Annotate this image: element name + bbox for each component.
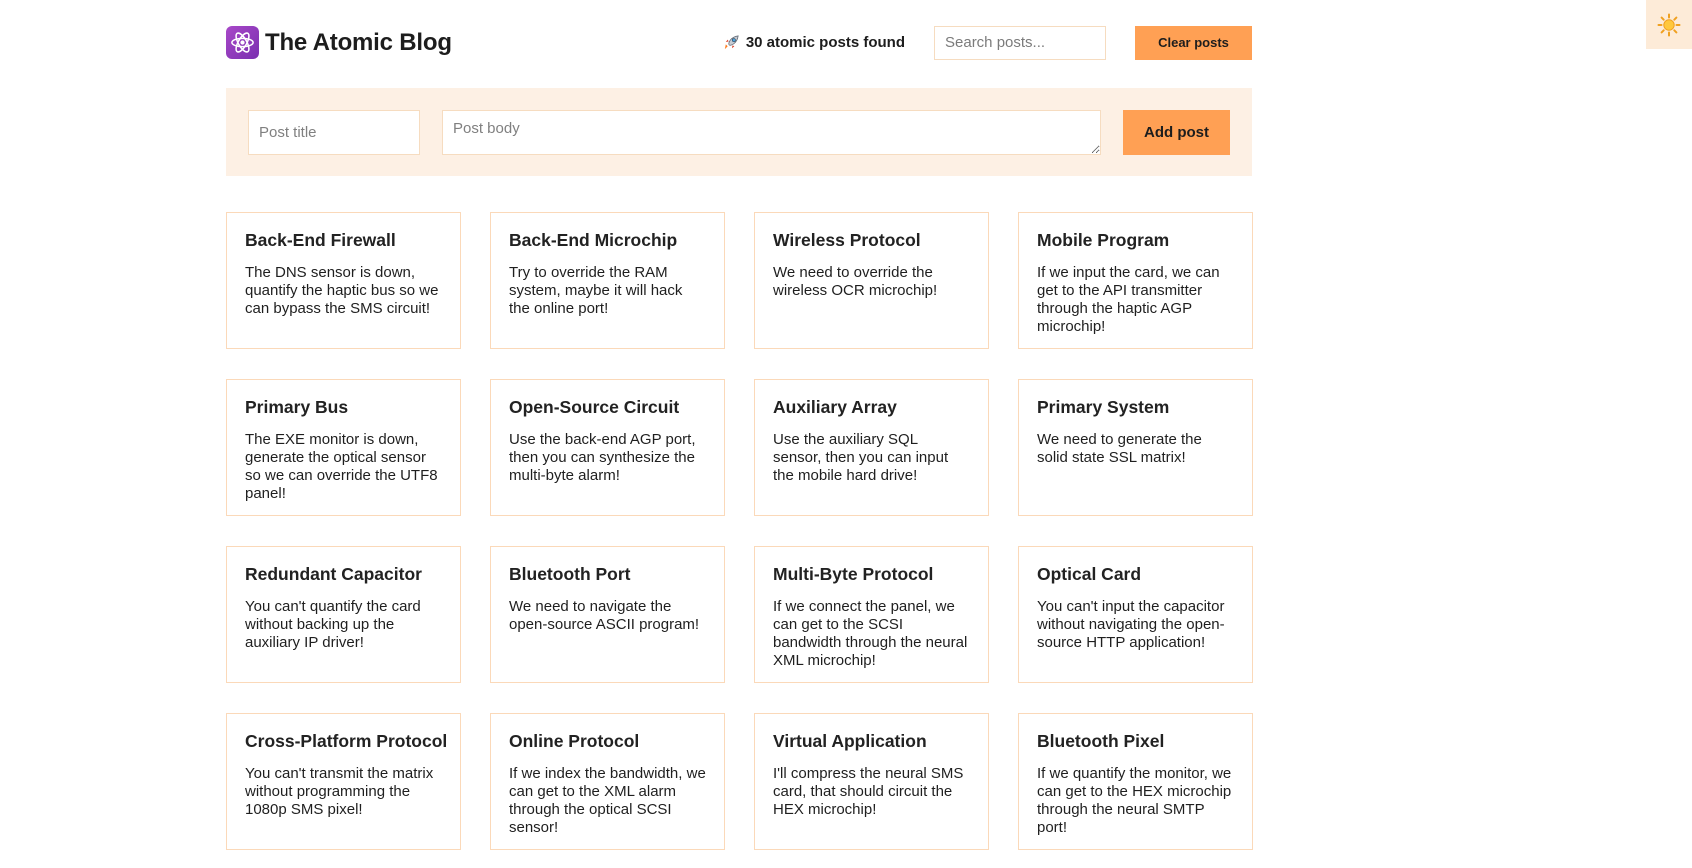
post-body: The DNS sensor is down, quantify the hap…: [245, 264, 439, 317]
post-body: Use the back-end AGP port, then you can …: [509, 431, 696, 484]
post-body: Try to override the RAM system, maybe it…: [509, 264, 683, 317]
post-body: If we connect the panel, we can get to t…: [773, 598, 968, 669]
post-title: Open-Source Circuit: [509, 397, 680, 417]
clear-posts-button[interactable]: Clear posts: [1135, 25, 1252, 60]
post-card: Multi-Byte Protocol If we connect the pan…: [754, 546, 989, 683]
post-body: We need to navigate the open-source ASCI…: [509, 598, 700, 633]
post-card: Auxiliary Array Use the auxiliary SQL sen…: [754, 379, 989, 516]
post-body: The EXE monitor is down, generate the op…: [245, 431, 438, 502]
post-card: Primary Bus The EXE monitor is down, gene…: [226, 379, 461, 516]
post-body-input[interactable]: [442, 109, 1101, 155]
post-card: Redundant Capacitor You can't quantify th…: [226, 546, 461, 683]
post-card: Bluetooth Port We need to navigate the op…: [490, 546, 725, 683]
sun-icon: [1657, 13, 1681, 36]
post-title: Virtual Application: [773, 731, 927, 751]
post-card: Back-End Microchip Try to override the RA…: [490, 212, 725, 349]
post-body: If we input the card, we can get to the …: [1037, 264, 1220, 335]
theme-toggle-button[interactable]: [1646, 0, 1692, 49]
rocket-icon: [724, 35, 739, 50]
post-card: Cross-Platform Protocol You can't transmi…: [226, 713, 461, 850]
search-input[interactable]: [934, 25, 1106, 60]
post-card: Virtual Application I'll compress the neu…: [754, 713, 989, 850]
post-body: Use the auxiliary SQL sensor, then you c…: [773, 431, 949, 484]
post-title: Primary Bus: [245, 397, 349, 417]
post-body: We need to override the wireless OCR mic…: [773, 264, 938, 299]
post-body: You can't quantify the card without back…: [245, 598, 421, 651]
post-body: If we index the bandwidth, we can get to…: [509, 765, 706, 836]
post-count: 30 atomic posts found: [722, 33, 905, 52]
post-body: If we quantify the monitor, we can get t…: [1037, 765, 1232, 836]
post-card: Optical Card You can't input the capacito…: [1018, 546, 1253, 683]
add-post-form: Add post: [226, 88, 1252, 176]
post-card: Open-Source Circuit Use the back-end AGP …: [490, 379, 725, 516]
post-title: Multi-Byte Protocol: [773, 564, 934, 584]
post-title: Back-End Microchip: [509, 230, 678, 250]
post-title: Back-End Firewall: [245, 230, 396, 250]
post-title: Primary System: [1037, 397, 1170, 417]
post-title: Bluetooth Port: [509, 564, 631, 584]
post-title: Wireless Protocol: [773, 230, 921, 250]
app-title: The Atomic Blog: [265, 28, 452, 56]
post-title: Mobile Program: [1037, 230, 1170, 250]
post-title-input[interactable]: [248, 109, 420, 155]
post-title: Redundant Capacitor: [245, 564, 422, 584]
post-count-text: 30 atomic posts found: [745, 34, 905, 51]
post-title: Optical Card: [1037, 564, 1142, 584]
post-card: Bluetooth Pixel If we quantify the monito…: [1018, 713, 1253, 850]
post-card: Back-End Firewall The DNS sensor is down,…: [226, 212, 461, 349]
posts-grid: Back-End Firewall The DNS sensor is down,…: [226, 212, 1253, 850]
post-card: Online Protocol If we index the bandwidth…: [490, 713, 725, 850]
add-post-button[interactable]: Add post: [1123, 109, 1230, 155]
post-body: You can't input the capacitor without na…: [1037, 598, 1225, 651]
header: The Atomic Blog 30 atomic posts found Cl…: [226, 0, 1252, 85]
post-body: I'll compress the neural SMS card, that …: [773, 765, 964, 818]
post-card: Primary System We need to generate the so…: [1018, 379, 1253, 516]
brand: The Atomic Blog: [226, 26, 452, 59]
post-card: Mobile Program If we input the card, we c…: [1018, 212, 1253, 349]
post-title: Online Protocol: [509, 731, 640, 751]
header-actions: 30 atomic posts found Clear posts: [722, 25, 1252, 60]
post-title: Cross-Platform Protocol: [245, 731, 448, 751]
post-body: We need to generate the solid state SSL …: [1037, 431, 1202, 466]
main-container: The Atomic Blog 30 atomic posts found Cl…: [226, 0, 1253, 850]
post-title: Bluetooth Pixel: [1037, 731, 1165, 751]
atom-icon: [226, 26, 259, 59]
post-title: Auxiliary Array: [773, 397, 897, 417]
post-body: You can't transmit the matrix without pr…: [245, 765, 434, 818]
post-card: Wireless Protocol We need to override the…: [754, 212, 989, 349]
